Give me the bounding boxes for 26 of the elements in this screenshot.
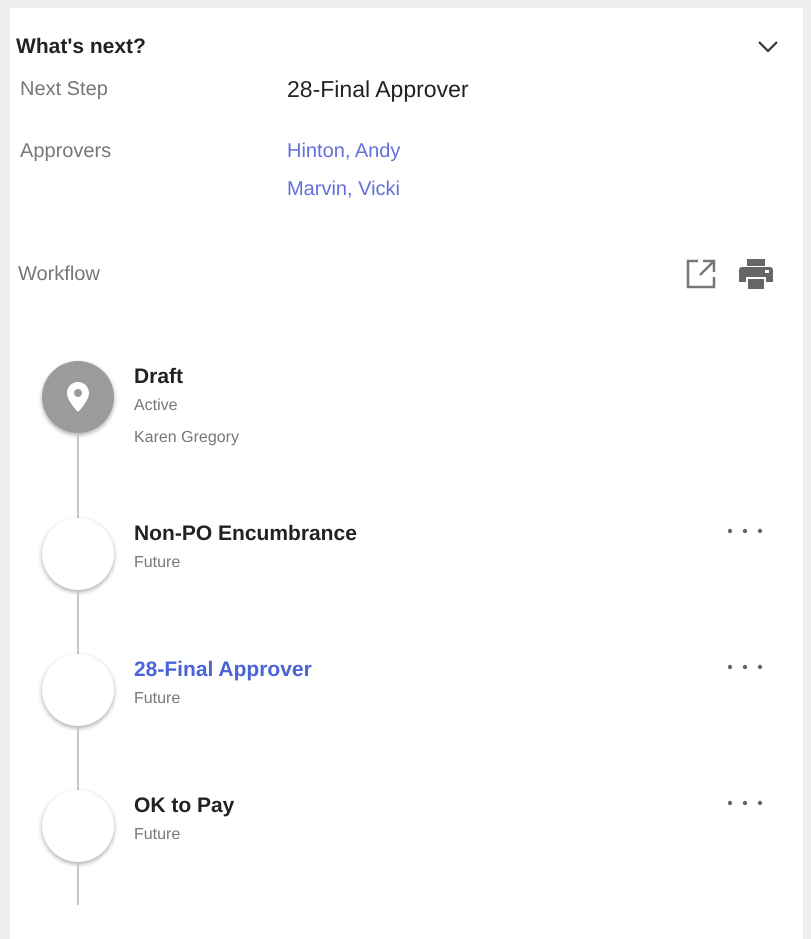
step-assignee: Karen Gregory [134,428,240,448]
approver-link[interactable]: Marvin, Vicki [287,176,803,202]
panel-title: What's next? [16,35,146,59]
more-options-icon[interactable] [727,664,763,670]
chevron-icon[interactable] [757,40,779,54]
field-label: Approvers [20,139,112,164]
field-value: 28-Final Approver [287,76,470,102]
step-title: Non-PO Encumbrance [134,521,358,547]
more-options-icon[interactable] [727,528,763,534]
step-title: Draft [134,364,184,390]
more-options-icon[interactable] [727,800,763,806]
location-pin-icon [67,382,89,412]
step-status: Active [134,396,179,416]
step-status: Future [134,553,182,573]
step-marker [42,790,114,862]
step-status: Future [134,689,182,709]
approver-link[interactable]: Hinton, Andy [287,138,803,164]
step-marker [42,518,114,590]
step-marker [42,654,114,726]
step-title[interactable]: 28-Final Approver [134,657,707,683]
print-icon[interactable] [739,258,773,290]
field-label: Next Step [20,77,109,102]
section-label: Workflow [18,262,100,287]
external-link-icon[interactable] [685,258,717,290]
step-status: Future [134,825,182,845]
step-title: OK to Pay [134,793,236,819]
